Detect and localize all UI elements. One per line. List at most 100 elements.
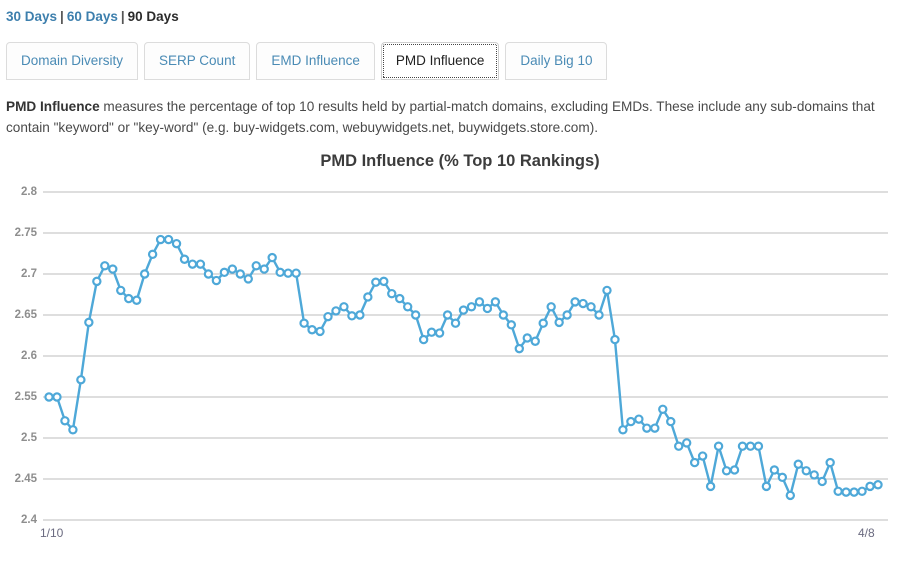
chart-data-point[interactable] <box>705 481 716 492</box>
chart-data-point[interactable] <box>849 487 859 497</box>
chart-data-point[interactable] <box>697 451 708 461</box>
chart-data-point[interactable] <box>68 425 78 435</box>
chart-data-point[interactable] <box>753 441 764 451</box>
chart-data-point[interactable] <box>490 297 501 307</box>
chart-data-point[interactable] <box>729 465 740 475</box>
chart-data-point[interactable] <box>674 441 684 451</box>
chart-data-point[interactable] <box>474 297 485 307</box>
chart-data-point[interactable] <box>92 276 102 287</box>
chart-data-point[interactable] <box>466 302 477 312</box>
chart-data-point[interactable] <box>777 472 788 483</box>
chart-data-point[interactable] <box>100 261 110 271</box>
chart-data-point[interactable] <box>243 274 253 284</box>
chart-data-point[interactable] <box>131 295 142 305</box>
tab-domain-diversity[interactable]: Domain Diversity <box>6 42 139 80</box>
chart-data-point[interactable] <box>554 317 564 328</box>
chart-data-point[interactable] <box>203 269 214 279</box>
chart-data-point[interactable] <box>713 441 724 451</box>
chart-data-point[interactable] <box>227 264 238 274</box>
chart-data-point[interactable] <box>530 336 540 346</box>
chart-data-point[interactable] <box>650 423 660 433</box>
chart-data-point[interactable] <box>570 297 580 307</box>
chart-data-point[interactable] <box>602 285 612 296</box>
chart-data-point[interactable] <box>275 267 285 278</box>
chart-data-point[interactable] <box>363 292 373 302</box>
chart-data-point[interactable] <box>618 425 628 435</box>
chart-data-point[interactable] <box>801 466 811 476</box>
chart-data-point[interactable] <box>171 238 182 249</box>
range-option-60-days[interactable]: 60 Days <box>67 9 118 24</box>
chart-data-point[interactable] <box>458 305 469 315</box>
chart-data-point[interactable] <box>116 285 126 296</box>
chart-data-point[interactable] <box>809 470 819 480</box>
chart-data-point[interactable] <box>865 481 875 492</box>
chart-data-point[interactable] <box>323 311 333 322</box>
chart-data-point[interactable] <box>857 486 867 496</box>
chart-data-point[interactable] <box>626 416 636 427</box>
chart-data-point[interactable] <box>395 293 405 304</box>
chart-data-point[interactable] <box>482 303 493 314</box>
chart-data-point[interactable] <box>147 249 158 260</box>
chart-data-point[interactable] <box>761 481 772 492</box>
chart-data-point[interactable] <box>283 268 293 278</box>
chart-data-point[interactable] <box>689 457 700 468</box>
chart-data-point[interactable] <box>418 334 429 345</box>
chart-data-point[interactable] <box>817 476 827 487</box>
chart-data-point[interactable] <box>562 310 572 320</box>
chart-data-point[interactable] <box>538 318 548 328</box>
tab-emd-influence[interactable]: EMD Influence <box>256 42 375 80</box>
chart-data-point[interactable] <box>737 441 748 451</box>
chart-data-point[interactable] <box>219 267 230 278</box>
chart-data-point[interactable] <box>52 392 62 402</box>
chart-data-point[interactable] <box>108 264 118 274</box>
chart-data-point[interactable] <box>267 252 277 263</box>
chart-data-point[interactable] <box>163 234 174 245</box>
tab-daily-big-10[interactable]: Daily Big 10 <box>505 42 608 80</box>
chart-data-point[interactable] <box>379 276 389 287</box>
chart-data-point[interactable] <box>251 261 261 271</box>
chart-data-point[interactable] <box>44 392 54 402</box>
chart-data-point[interactable] <box>586 302 596 312</box>
chart-data-point[interactable] <box>195 259 206 269</box>
chart-data-point[interactable] <box>124 293 134 304</box>
range-option-90-days[interactable]: 90 Days <box>128 9 179 24</box>
chart-data-point[interactable] <box>371 277 381 287</box>
chart-data-point[interactable] <box>681 438 692 448</box>
chart-data-point[interactable] <box>347 311 357 321</box>
chart-data-point[interactable] <box>76 375 86 385</box>
chart-data-point[interactable] <box>179 254 190 264</box>
chart-data-point[interactable] <box>594 310 604 320</box>
chart-data-point[interactable] <box>841 487 851 497</box>
chart-data-point[interactable] <box>299 318 309 328</box>
chart-data-point[interactable] <box>658 404 668 414</box>
chart-data-point[interactable] <box>259 264 269 274</box>
chart-data-point[interactable] <box>833 486 843 496</box>
chart-data-point[interactable] <box>410 310 421 320</box>
chart-data-point[interactable] <box>60 416 70 426</box>
chart-data-point[interactable] <box>307 325 317 335</box>
tab-serp-count[interactable]: SERP Count <box>144 42 251 80</box>
chart-data-point[interactable] <box>578 298 588 309</box>
chart-data-point[interactable] <box>155 234 166 245</box>
chart-data-point[interactable] <box>825 457 835 468</box>
chart-data-point[interactable] <box>339 302 349 312</box>
chart-data-point[interactable] <box>403 302 413 312</box>
chart-data-point[interactable] <box>666 416 676 427</box>
chart-data-point[interactable] <box>291 268 301 278</box>
chart-data-point[interactable] <box>84 317 94 328</box>
chart-data-point[interactable] <box>442 310 453 320</box>
chart-data-point[interactable] <box>434 328 445 338</box>
chart-data-point[interactable] <box>769 465 780 475</box>
tab-pmd-influence[interactable]: PMD Influence <box>380 42 500 80</box>
chart-data-point[interactable] <box>506 320 517 330</box>
chart-data-point[interactable] <box>187 259 198 269</box>
chart-data-point[interactable] <box>610 334 620 345</box>
chart-data-point[interactable] <box>785 490 796 501</box>
chart-data-point[interactable] <box>745 441 756 451</box>
chart-data-point[interactable] <box>514 343 525 354</box>
chart-data-point[interactable] <box>721 466 732 476</box>
chart-data-point[interactable] <box>331 306 341 316</box>
chart-data-point[interactable] <box>498 310 509 320</box>
chart-data-point[interactable] <box>522 333 532 343</box>
chart-data-point[interactable] <box>315 326 325 337</box>
